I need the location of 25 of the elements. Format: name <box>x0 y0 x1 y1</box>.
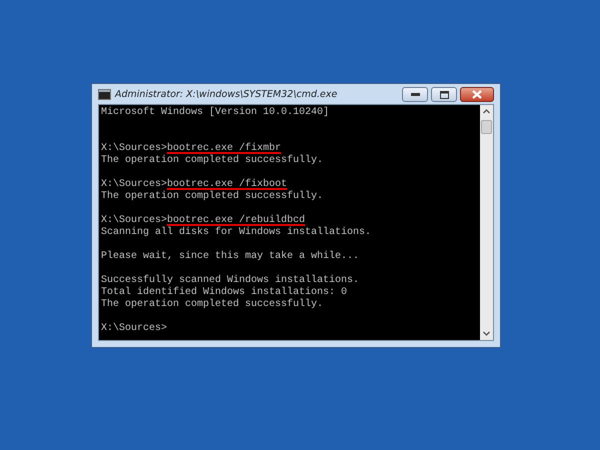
console-output: Scanning all disks for Windows installations. <box>101 227 372 238</box>
console-output: The operation completed successfully. <box>101 191 324 202</box>
console-prompt: X:\Sources> <box>101 215 168 226</box>
minimize-button[interactable] <box>402 87 428 102</box>
window-title: Administrator: X:\windows\SYSTEM32\cmd.exe <box>115 88 338 100</box>
close-button[interactable] <box>460 87 494 102</box>
console-prompt: X:\Sources> <box>101 323 168 334</box>
console-output: The operation completed successfully. <box>101 155 324 166</box>
console-output: Total identified Windows installations: 0 <box>101 287 348 298</box>
scrollbar[interactable] <box>480 105 493 340</box>
console-command: bootrec.exe /rebuildbcd <box>167 215 306 226</box>
console-output: Successfully scanned Windows installations. <box>101 275 360 286</box>
close-icon <box>472 90 482 99</box>
maximize-icon <box>440 90 448 98</box>
maximize-button[interactable] <box>431 87 457 102</box>
console-command: bootrec.exe /fixboot <box>167 179 288 190</box>
console-output: Microsoft Windows [Version 10.0.10240] <box>101 107 330 118</box>
console-output: The operation completed successfully. <box>101 299 324 310</box>
console-prompt: X:\Sources> <box>101 143 168 154</box>
console-output: Please wait, since this may take a while... <box>101 251 360 262</box>
console-command: bootrec.exe /fixmbr <box>167 143 282 154</box>
scrollbar-thumb[interactable] <box>481 120 492 134</box>
minimize-icon <box>410 93 420 96</box>
console-icon <box>98 88 111 100</box>
console-prompt: X:\Sources> <box>101 179 168 190</box>
